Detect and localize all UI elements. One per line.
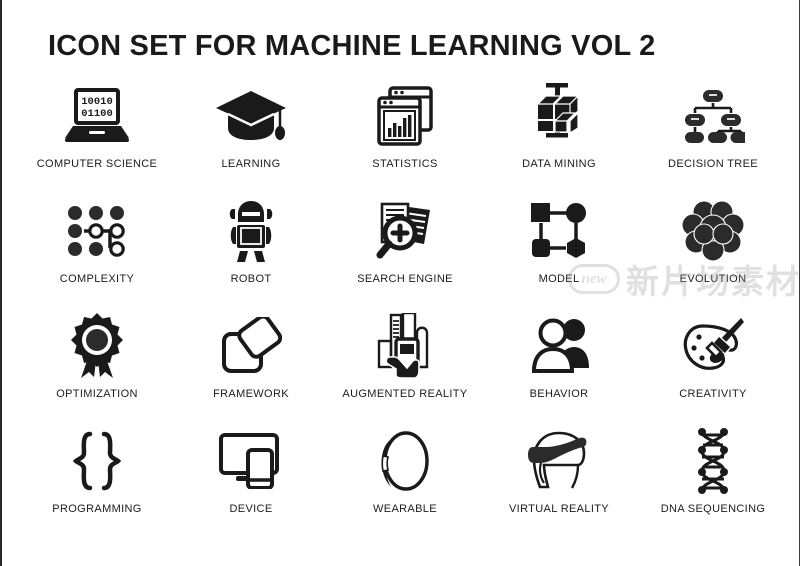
palette-brush-icon bbox=[670, 310, 756, 382]
icon-label: MODEL bbox=[538, 273, 580, 285]
icon-set-poster: ICON SET FOR MACHINE LEARNING VOL 2 1001… bbox=[0, 0, 800, 566]
icon-cell-creativity[interactable]: CREATIVITY bbox=[636, 310, 790, 425]
icon-label: DNA SEQUENCING bbox=[660, 503, 766, 515]
watch-band-icon bbox=[362, 425, 448, 497]
icon-grid: 10010 01100 COMPUTER SCIENCE LEARNING ST… bbox=[20, 80, 790, 540]
icon-label: VIRTUAL REALITY bbox=[508, 503, 609, 515]
robot-icon bbox=[208, 195, 294, 267]
icon-cell-model[interactable]: MODEL bbox=[482, 195, 636, 310]
icon-cell-framework[interactable]: FRAMEWORK bbox=[174, 310, 328, 425]
monitor-phone-icon bbox=[208, 425, 294, 497]
icon-label: CREATIVITY bbox=[679, 388, 747, 400]
icon-label: DECISION TREE bbox=[668, 158, 758, 170]
browser-bar-chart-icon bbox=[362, 80, 448, 152]
icon-cell-wearable[interactable]: WEARABLE bbox=[328, 425, 482, 540]
icon-cell-programming[interactable]: PROGRAMMING bbox=[20, 425, 174, 540]
icon-cell-statistics[interactable]: STATISTICS bbox=[328, 80, 482, 195]
icon-label: DATA MINING bbox=[522, 158, 596, 170]
cube-drill-icon bbox=[516, 80, 602, 152]
icon-label: LEARNING bbox=[221, 158, 281, 170]
icon-cell-behavior[interactable]: BEHAVIOR bbox=[482, 310, 636, 425]
icon-cell-decision-tree[interactable]: DECISION TREE bbox=[636, 80, 790, 195]
icon-cell-learning[interactable]: LEARNING bbox=[174, 80, 328, 195]
graduation-cap-icon bbox=[208, 80, 294, 152]
icon-cell-robot[interactable]: ROBOT bbox=[174, 195, 328, 310]
svg-text:10010: 10010 bbox=[81, 96, 113, 108]
hand-phone-city-icon bbox=[362, 310, 448, 382]
icon-cell-dna-sequencing[interactable]: DNA SEQUENCING bbox=[636, 425, 790, 540]
dot-grid-network-icon bbox=[54, 195, 140, 267]
icon-label: STATISTICS bbox=[372, 158, 438, 170]
icon-cell-complexity[interactable]: COMPLEXITY bbox=[20, 195, 174, 310]
icon-label: OPTIMIZATION bbox=[56, 388, 138, 400]
icon-label: WEARABLE bbox=[373, 503, 437, 515]
icon-cell-search-engine[interactable]: SEARCH ENGINE bbox=[328, 195, 482, 310]
icon-label: DEVICE bbox=[229, 503, 273, 515]
brain-cluster-icon bbox=[670, 195, 756, 267]
decision-tree-icon bbox=[670, 80, 756, 152]
people-group-icon bbox=[516, 310, 602, 382]
overlapping-squares-icon bbox=[208, 310, 294, 382]
magnifier-documents-icon bbox=[362, 195, 448, 267]
icon-label: ROBOT bbox=[230, 273, 272, 285]
icon-cell-augmented-reality[interactable]: AUGMENTED REALITY bbox=[328, 310, 482, 425]
vr-headset-head-icon bbox=[516, 425, 602, 497]
dna-helix-icon bbox=[670, 425, 756, 497]
icon-label: AUGMENTED REALITY bbox=[342, 388, 468, 400]
shapes-network-icon bbox=[516, 195, 602, 267]
icon-label: BEHAVIOR bbox=[529, 388, 589, 400]
icon-label: FRAMEWORK bbox=[213, 388, 289, 400]
page-title: ICON SET FOR MACHINE LEARNING VOL 2 bbox=[48, 30, 656, 62]
icon-cell-computer-science[interactable]: 10010 01100 COMPUTER SCIENCE bbox=[20, 80, 174, 195]
icon-label: COMPLEXITY bbox=[59, 273, 135, 285]
icon-label: SEARCH ENGINE bbox=[357, 273, 453, 285]
icon-cell-device[interactable]: DEVICE bbox=[174, 425, 328, 540]
award-ribbon-icon bbox=[54, 310, 140, 382]
icon-cell-data-mining[interactable]: DATA MINING bbox=[482, 80, 636, 195]
icon-cell-optimization[interactable]: OPTIMIZATION bbox=[20, 310, 174, 425]
icon-label: COMPUTER SCIENCE bbox=[36, 158, 158, 170]
curly-braces-icon bbox=[54, 425, 140, 497]
icon-label: PROGRAMMING bbox=[52, 503, 142, 515]
icon-cell-virtual-reality[interactable]: VIRTUAL REALITY bbox=[482, 425, 636, 540]
icon-label: EVOLUTION bbox=[679, 273, 747, 285]
svg-text:01100: 01100 bbox=[81, 108, 113, 120]
icon-cell-evolution[interactable]: EVOLUTION bbox=[636, 195, 790, 310]
laptop-binary-icon: 10010 01100 bbox=[54, 80, 140, 152]
